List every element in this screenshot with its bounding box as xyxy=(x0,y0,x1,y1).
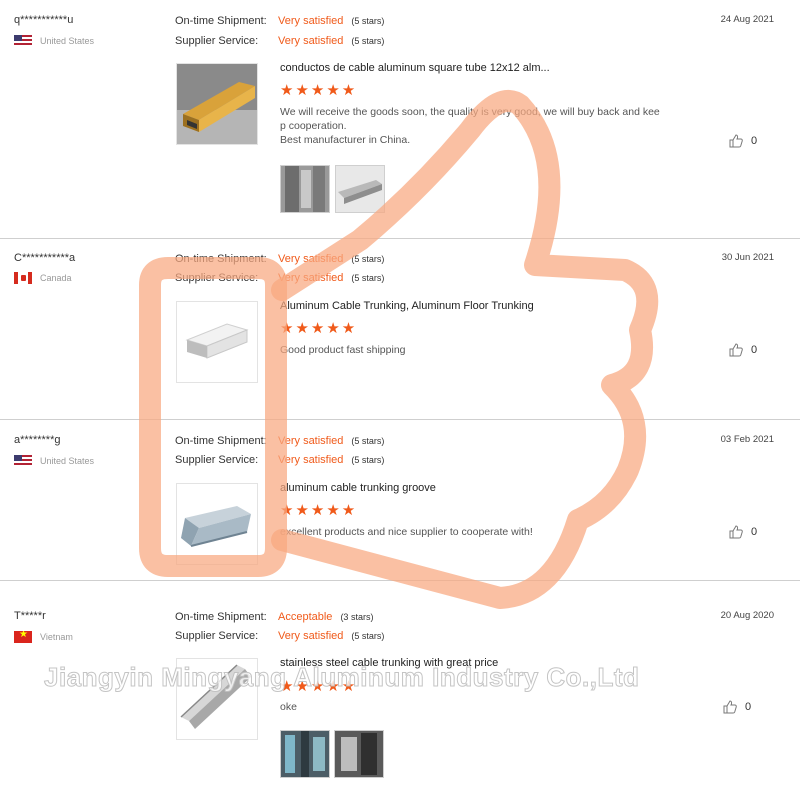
reviewer-country: Canada xyxy=(14,272,72,284)
supplier-stars: (5 stars) xyxy=(351,36,385,46)
review-photo[interactable] xyxy=(280,730,330,778)
country-name: United States xyxy=(40,36,95,46)
review-date: 03 Feb 2021 xyxy=(720,434,774,445)
product-title-link[interactable]: conductos de cable aluminum square tube … xyxy=(280,62,550,74)
review-photo[interactable] xyxy=(280,165,330,213)
on-time-shipment-rating: On-time Shipment: Acceptable (3 stars) xyxy=(175,611,373,623)
thumbs-up-icon xyxy=(729,343,743,357)
comment-line: oke xyxy=(280,701,297,713)
supplier-value: Very satisfied xyxy=(278,35,344,47)
us-flag-icon xyxy=(14,455,32,467)
reviewer-name: a********g xyxy=(14,434,61,446)
us-flag-icon xyxy=(14,35,32,47)
watermark-text: Jiangyin Mingyang Aluminum Industry Co.,… xyxy=(43,662,640,693)
on-time-stars: (5 stars) xyxy=(351,16,385,26)
review-date: 30 Jun 2021 xyxy=(721,252,774,263)
on-time-label: On-time Shipment: xyxy=(175,253,267,265)
like-count: 0 xyxy=(751,344,758,356)
comment-line: Good product fast shipping xyxy=(280,344,406,356)
divider xyxy=(0,238,800,239)
supplier-service-rating: Supplier Service: Very satisfied (5 star… xyxy=(175,272,384,284)
supplier-label: Supplier Service: xyxy=(175,630,259,642)
review-star-rating: ★★★★★ xyxy=(280,320,358,337)
review-date: 24 Aug 2021 xyxy=(720,14,774,25)
review-comment: We will receive the goods soon, the qual… xyxy=(280,105,680,147)
review-comment: oke xyxy=(280,700,680,714)
on-time-value: Very satisfied xyxy=(278,435,344,447)
like-count: 0 xyxy=(751,526,758,538)
like-button[interactable]: 0 xyxy=(729,134,757,148)
on-time-stars: (5 stars) xyxy=(351,436,385,446)
review-date: 20 Aug 2020 xyxy=(720,610,774,621)
product-image[interactable] xyxy=(176,483,258,565)
country-name: Canada xyxy=(40,273,72,283)
product-image[interactable] xyxy=(176,301,258,383)
reviewer-country: United States xyxy=(14,35,94,47)
review-photo[interactable] xyxy=(335,165,385,213)
on-time-shipment-rating: On-time Shipment: Very satisfied (5 star… xyxy=(175,253,384,265)
supplier-label: Supplier Service: xyxy=(175,272,259,284)
supplier-label: Supplier Service: xyxy=(175,35,259,47)
supplier-label: Supplier Service: xyxy=(175,454,259,466)
divider xyxy=(0,419,800,420)
like-count: 0 xyxy=(745,701,752,713)
supplier-service-rating: Supplier Service: Very satisfied (5 star… xyxy=(175,454,384,466)
reviewer-name: T*****r xyxy=(14,610,46,622)
product-title-link[interactable]: aluminum cable trunking groove xyxy=(280,482,436,494)
on-time-label: On-time Shipment: xyxy=(175,435,267,447)
on-time-value: Acceptable xyxy=(278,611,333,623)
product-title-link[interactable]: Aluminum Cable Trunking, Aluminum Floor … xyxy=(280,300,534,312)
thumbs-up-icon xyxy=(729,134,743,148)
comment-line: excellent products and nice supplier to … xyxy=(280,526,533,538)
supplier-stars: (5 stars) xyxy=(351,273,385,283)
country-name: United States xyxy=(40,456,95,466)
reviewer-country: Vietnam xyxy=(14,631,73,643)
review-photo[interactable] xyxy=(334,730,384,778)
reviewer-name: C***********a xyxy=(14,252,76,264)
country-name: Vietnam xyxy=(40,632,73,642)
on-time-shipment-rating: On-time Shipment: Very satisfied (5 star… xyxy=(175,435,384,447)
reviewer-name: q***********u xyxy=(14,14,74,26)
supplier-value: Very satisfied xyxy=(278,272,344,284)
review-star-rating: ★★★★★ xyxy=(280,502,358,519)
review-comment: Good product fast shipping xyxy=(280,343,680,357)
like-button[interactable]: 0 xyxy=(729,525,757,539)
comment-line: p cooperation. xyxy=(280,120,347,132)
supplier-value: Very satisfied xyxy=(278,630,344,642)
canada-flag-icon xyxy=(14,272,32,284)
on-time-label: On-time Shipment: xyxy=(175,15,267,27)
supplier-stars: (5 stars) xyxy=(351,631,385,641)
product-image[interactable] xyxy=(176,63,258,145)
review-comment: excellent products and nice supplier to … xyxy=(280,525,680,539)
reviewer-country: United States xyxy=(14,455,94,467)
on-time-stars: (5 stars) xyxy=(351,254,385,264)
like-button[interactable]: 0 xyxy=(729,343,757,357)
vietnam-flag-icon xyxy=(14,631,32,643)
review-star-rating: ★★★★★ xyxy=(280,82,358,99)
supplier-service-rating: Supplier Service: Very satisfied (5 star… xyxy=(175,35,384,47)
like-button[interactable]: 0 xyxy=(723,700,751,714)
on-time-label: On-time Shipment: xyxy=(175,611,267,623)
supplier-stars: (5 stars) xyxy=(351,455,385,465)
on-time-stars: (3 stars) xyxy=(340,612,374,622)
comment-line: We will receive the goods soon, the qual… xyxy=(280,106,660,118)
supplier-service-rating: Supplier Service: Very satisfied (5 star… xyxy=(175,630,384,642)
like-count: 0 xyxy=(751,135,758,147)
comment-line: Best manufacturer in China. xyxy=(280,134,411,146)
thumbs-up-icon xyxy=(729,525,743,539)
on-time-value: Very satisfied xyxy=(278,253,344,265)
divider xyxy=(0,580,800,581)
on-time-shipment-rating: On-time Shipment: Very satisfied (5 star… xyxy=(175,15,384,27)
on-time-value: Very satisfied xyxy=(278,15,344,27)
thumbs-up-icon xyxy=(723,700,737,714)
supplier-value: Very satisfied xyxy=(278,454,344,466)
